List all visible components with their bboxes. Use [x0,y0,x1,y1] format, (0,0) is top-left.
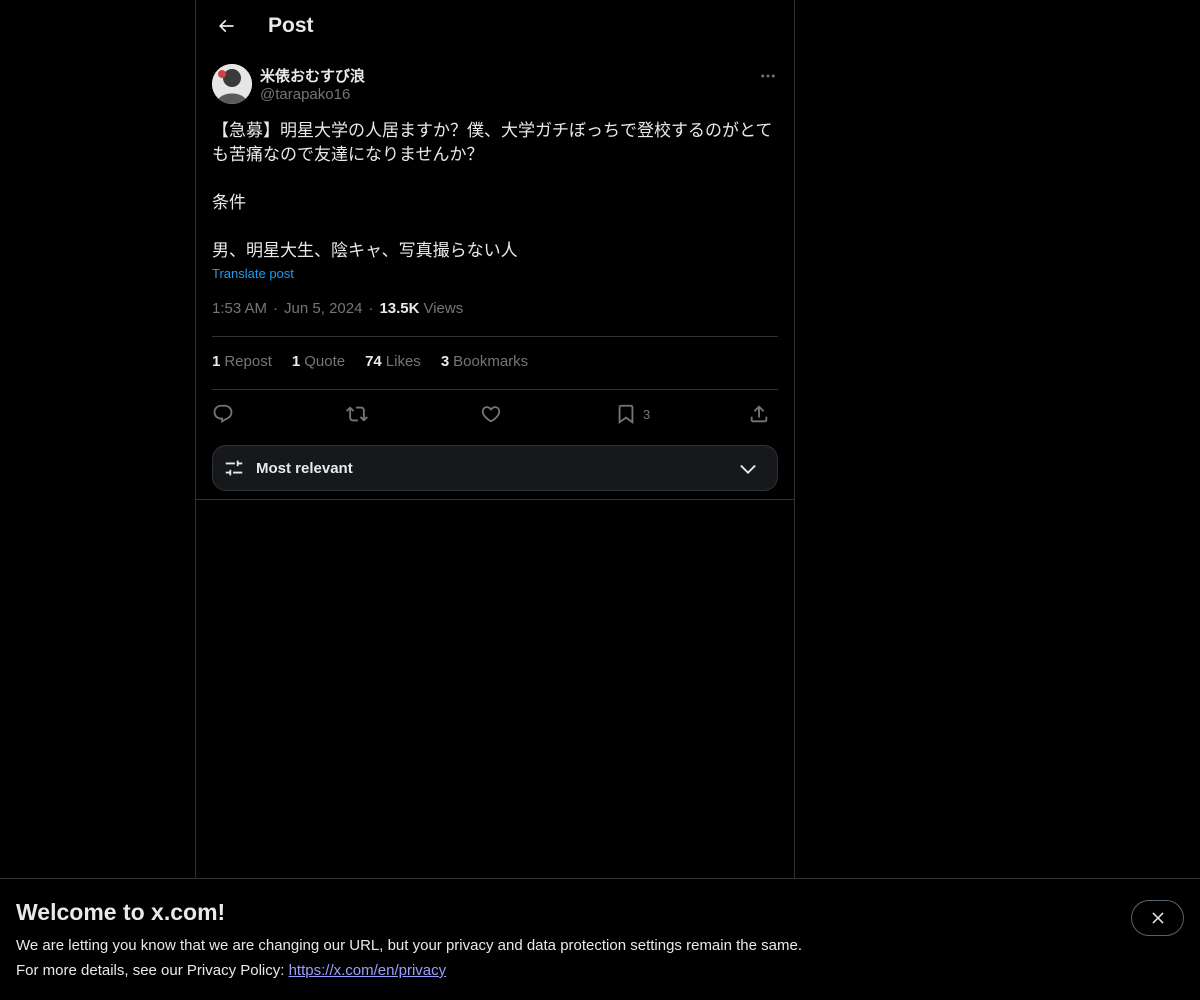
close-icon [1151,912,1164,924]
likes-label: Likes [385,353,421,370]
share-button[interactable] [748,398,770,430]
separator-dot: · [273,300,279,317]
back-arrow-icon [218,19,234,33]
reply-icon [213,404,233,423]
divider [212,389,778,390]
bookmarks-stat[interactable]: 3 Bookmarks [441,353,528,370]
bookmarks-count: 3 [440,353,450,370]
quotes-count: 1 [291,353,301,370]
main-column: Post 米俵おむすび浪 @tarapako16 【急募】明星大学の人居ますか？… [195,0,795,1000]
views-label: Views [423,300,464,317]
author-display-name[interactable]: 米俵おむすび浪 [260,65,365,86]
tweet-meta: 1:53 AM · Jun 5, 2024 · 13.5K Views [212,300,463,317]
welcome-banner: Welcome to x.com! We are letting you kno… [0,878,1200,1000]
back-button[interactable] [208,8,244,44]
bookmark-button[interactable]: 3 [615,398,650,430]
more-button[interactable] [754,62,782,90]
author-handle[interactable]: @tarapako16 [260,86,350,103]
separator-dot: · [368,300,374,317]
repost-icon [346,406,368,422]
tweet-time[interactable]: 1:53 AM [212,300,267,317]
bookmark-count: 3 [643,406,651,422]
divider [212,336,778,337]
reposts-count: 1 [212,353,221,370]
banner-policy-line: For more details, see our Privacy Policy… [16,962,446,979]
banner-title: Welcome to x.com! [16,899,226,925]
quotes-label: Quote [304,353,346,370]
tweet-date[interactable]: Jun 5, 2024 [284,300,362,317]
bookmark-icon [618,404,634,425]
page-title: Post [268,14,314,37]
like-button[interactable] [480,398,502,430]
likes-count: 74 [365,353,382,370]
translate-post-link[interactable]: Translate post [212,266,294,281]
reposts-stat[interactable]: 1 Repost [212,353,272,370]
reposts-label: Repost [224,353,272,370]
section-divider [196,499,794,500]
quotes-stat[interactable]: 1 Quote [292,353,345,370]
chevron-down-icon [740,464,756,474]
header: Post [196,0,794,53]
close-banner-button[interactable] [1131,900,1184,936]
avatar-image [212,64,252,104]
avatar[interactable] [212,64,252,104]
likes-stat[interactable]: 74 Likes [365,353,421,370]
like-icon [481,406,501,423]
privacy-policy-link[interactable]: https://x.com/en/privacy [289,962,447,979]
reply-sort-dropdown[interactable]: Most relevant [212,445,778,491]
more-icon [761,74,775,78]
banner-message: We are letting you know that we are chan… [16,937,802,954]
sort-label: Most relevant [256,460,353,477]
repost-button[interactable] [346,398,368,430]
sliders-icon [225,460,243,476]
bookmarks-label: Bookmarks [453,353,529,370]
share-icon [750,405,768,423]
reply-button[interactable] [212,398,234,430]
banner-policy-prefix: For more details, see our Privacy Policy… [16,962,289,979]
tweet-text: 【急募】明星大学の人居ますか？僕、大学ガチぼっちで登校するのがとても苦痛なので友… [212,121,773,261]
views-count: 13.5K [379,300,420,317]
engagement-stats: 1 Repost 1 Quote 74 Likes 3 Bookmarks [212,353,528,370]
action-bar: 3 [212,398,778,430]
